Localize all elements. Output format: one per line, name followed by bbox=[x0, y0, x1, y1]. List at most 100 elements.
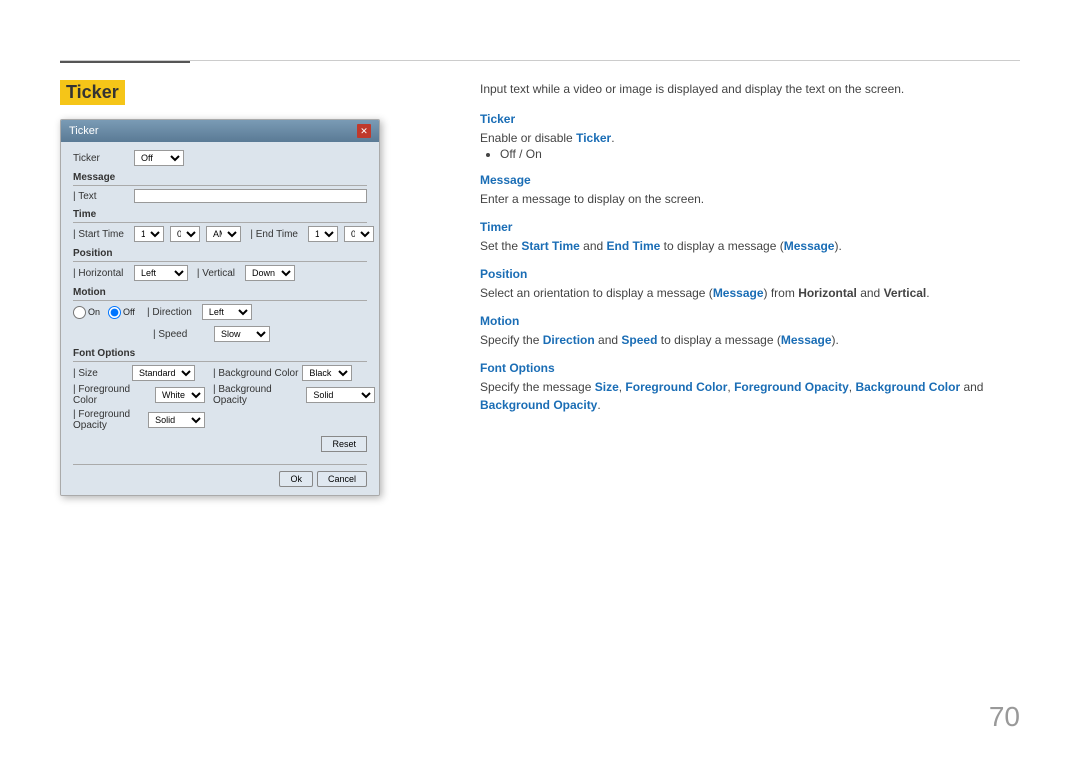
ticker-option-item: Off / On bbox=[500, 147, 1020, 161]
dialog-button-row: Ok Cancel bbox=[73, 464, 367, 487]
end-min-select[interactable]: 00 bbox=[344, 226, 374, 242]
font-bg-op: Background Opacity bbox=[480, 398, 597, 412]
bg-opacity-select[interactable]: Solid Translucent bbox=[306, 387, 375, 403]
help-motion: Motion Specify the Direction and Speed t… bbox=[480, 314, 1020, 349]
help-ticker-heading: Ticker bbox=[480, 112, 1020, 126]
motion-on-option[interactable]: On bbox=[73, 306, 100, 319]
font-fg-op: Foreground Opacity bbox=[734, 380, 849, 394]
fg-opacity-select[interactable]: Solid Translucent bbox=[148, 412, 205, 428]
start-hour-select[interactable]: 12 bbox=[134, 226, 164, 242]
intro-text: Input text while a video or image is dis… bbox=[480, 80, 1020, 98]
motion-off-radio[interactable] bbox=[108, 306, 121, 319]
pos-horiz: Horizontal bbox=[798, 286, 857, 300]
help-message: Message Enter a message to display on th… bbox=[480, 173, 1020, 208]
ok-button[interactable]: Ok bbox=[279, 471, 313, 487]
size-row: | Size Standard Large Small bbox=[73, 365, 205, 381]
message-section-label: Message bbox=[73, 172, 367, 186]
help-timer-desc: Set the Start Time and End Time to displ… bbox=[480, 237, 1020, 255]
timer-start: Start Time bbox=[521, 239, 579, 253]
ticker-options-list: Off / On bbox=[500, 147, 1020, 161]
help-timer: Timer Set the Start Time and End Time to… bbox=[480, 220, 1020, 255]
motion-msg: Message bbox=[781, 333, 832, 347]
speed-label: | Speed bbox=[153, 329, 208, 340]
font-options-group: Font Options | Size Standard Large Small… bbox=[73, 348, 367, 458]
bg-opacity-label: | Background Opacity bbox=[213, 384, 302, 406]
time-section-label: Time bbox=[73, 209, 367, 223]
motion-group: Motion On Off | Direction bbox=[73, 287, 367, 342]
position-row: | Horizontal Left Right Center | Vertica… bbox=[73, 265, 367, 281]
vertical-select[interactable]: Down Up bbox=[245, 265, 295, 281]
ticker-row: Ticker Off On bbox=[73, 150, 367, 166]
ticker-bold: Ticker bbox=[576, 131, 611, 145]
text-label: | Text bbox=[73, 191, 128, 202]
position-group: Position | Horizontal Left Right Center … bbox=[73, 248, 367, 281]
speed-row: | Speed Slow Normal Fast bbox=[73, 326, 367, 342]
motion-off-option[interactable]: Off bbox=[108, 306, 135, 319]
direction-label: | Direction bbox=[141, 307, 196, 318]
help-message-desc: Enter a message to display on the screen… bbox=[480, 190, 1020, 208]
text-row: | Text bbox=[73, 189, 367, 203]
bg-color-row: | Background Color Black White bbox=[213, 365, 375, 381]
direction-select[interactable]: Left Right bbox=[202, 304, 252, 320]
dialog-close-button[interactable]: ✕ bbox=[357, 124, 371, 138]
font-size: Size bbox=[595, 380, 619, 394]
dialog-body: Ticker Off On Message | Text Ti bbox=[61, 142, 379, 495]
motion-on-label: On bbox=[88, 307, 100, 317]
motion-dir: Direction bbox=[543, 333, 595, 347]
fg-color-select[interactable]: White Black bbox=[155, 387, 205, 403]
page-number: 70 bbox=[989, 701, 1020, 733]
right-column: Input text while a video or image is dis… bbox=[480, 80, 1020, 496]
bg-color-select[interactable]: Black White bbox=[302, 365, 352, 381]
section-title: Ticker bbox=[60, 80, 125, 105]
timer-end: End Time bbox=[607, 239, 661, 253]
time-group: Time | Start Time 12 00 AM PM | bbox=[73, 209, 367, 242]
cancel-button[interactable]: Cancel bbox=[317, 471, 367, 487]
size-select[interactable]: Standard Large Small bbox=[132, 365, 195, 381]
help-font-desc: Specify the message Size, Foreground Col… bbox=[480, 378, 1020, 414]
time-row: | Start Time 12 00 AM PM | End Time bbox=[73, 226, 367, 242]
top-border bbox=[60, 60, 1020, 61]
text-input[interactable] bbox=[134, 189, 367, 203]
fg-opacity-row: | Foreground Opacity Solid Translucent bbox=[73, 409, 205, 431]
ticker-dialog: Ticker ✕ Ticker Off On Message | Text bbox=[60, 119, 380, 496]
position-section-label: Position bbox=[73, 248, 367, 262]
start-min-select[interactable]: 00 bbox=[170, 226, 200, 242]
end-time-label: | End Time bbox=[247, 229, 302, 240]
dialog-titlebar: Ticker ✕ bbox=[61, 120, 379, 142]
help-font-heading: Font Options bbox=[480, 361, 1020, 375]
font-bg: Background Color bbox=[855, 380, 960, 394]
size-label: | Size bbox=[73, 368, 128, 379]
motion-off-label: Off bbox=[123, 307, 135, 317]
font-section-label: Font Options bbox=[73, 348, 367, 362]
reset-button[interactable]: Reset bbox=[321, 436, 367, 452]
help-timer-heading: Timer bbox=[480, 220, 1020, 234]
help-position-heading: Position bbox=[480, 267, 1020, 281]
help-ticker: Ticker Enable or disable Ticker. Off / O… bbox=[480, 112, 1020, 161]
motion-radio-group: On Off bbox=[73, 306, 135, 319]
ticker-option-text: Off / On bbox=[500, 147, 542, 161]
help-motion-desc: Specify the Direction and Speed to displ… bbox=[480, 331, 1020, 349]
end-hour-select[interactable]: 12 bbox=[308, 226, 338, 242]
help-message-heading: Message bbox=[480, 173, 1020, 187]
left-column: Ticker Ticker ✕ Ticker Off On Message bbox=[60, 80, 440, 496]
fg-color-label: | Foreground Color bbox=[73, 384, 151, 406]
start-time-label: | Start Time bbox=[73, 229, 128, 240]
motion-section-label: Motion bbox=[73, 287, 367, 301]
help-position-desc: Select an orientation to display a messa… bbox=[480, 284, 1020, 302]
ticker-label: Ticker bbox=[73, 153, 128, 164]
horizontal-select[interactable]: Left Right Center bbox=[134, 265, 188, 281]
fg-opacity-label: | Foreground Opacity bbox=[73, 409, 144, 431]
ticker-select[interactable]: Off On bbox=[134, 150, 184, 166]
motion-spd: Speed bbox=[621, 333, 657, 347]
font-options-grid: | Size Standard Large Small | Background… bbox=[73, 365, 367, 431]
speed-select[interactable]: Slow Normal Fast bbox=[214, 326, 270, 342]
fg-color-row: | Foreground Color White Black bbox=[73, 384, 205, 406]
pos-msg: Message bbox=[713, 286, 764, 300]
bg-opacity-row: | Background Opacity Solid Translucent bbox=[213, 384, 375, 406]
pos-vert: Vertical bbox=[884, 286, 927, 300]
motion-on-radio[interactable] bbox=[73, 306, 86, 319]
start-ampm-select[interactable]: AM PM bbox=[206, 226, 241, 242]
horizontal-label: | Horizontal bbox=[73, 268, 128, 279]
message-group: Message | Text bbox=[73, 172, 367, 203]
vertical-label: | Vertical bbox=[194, 268, 239, 279]
